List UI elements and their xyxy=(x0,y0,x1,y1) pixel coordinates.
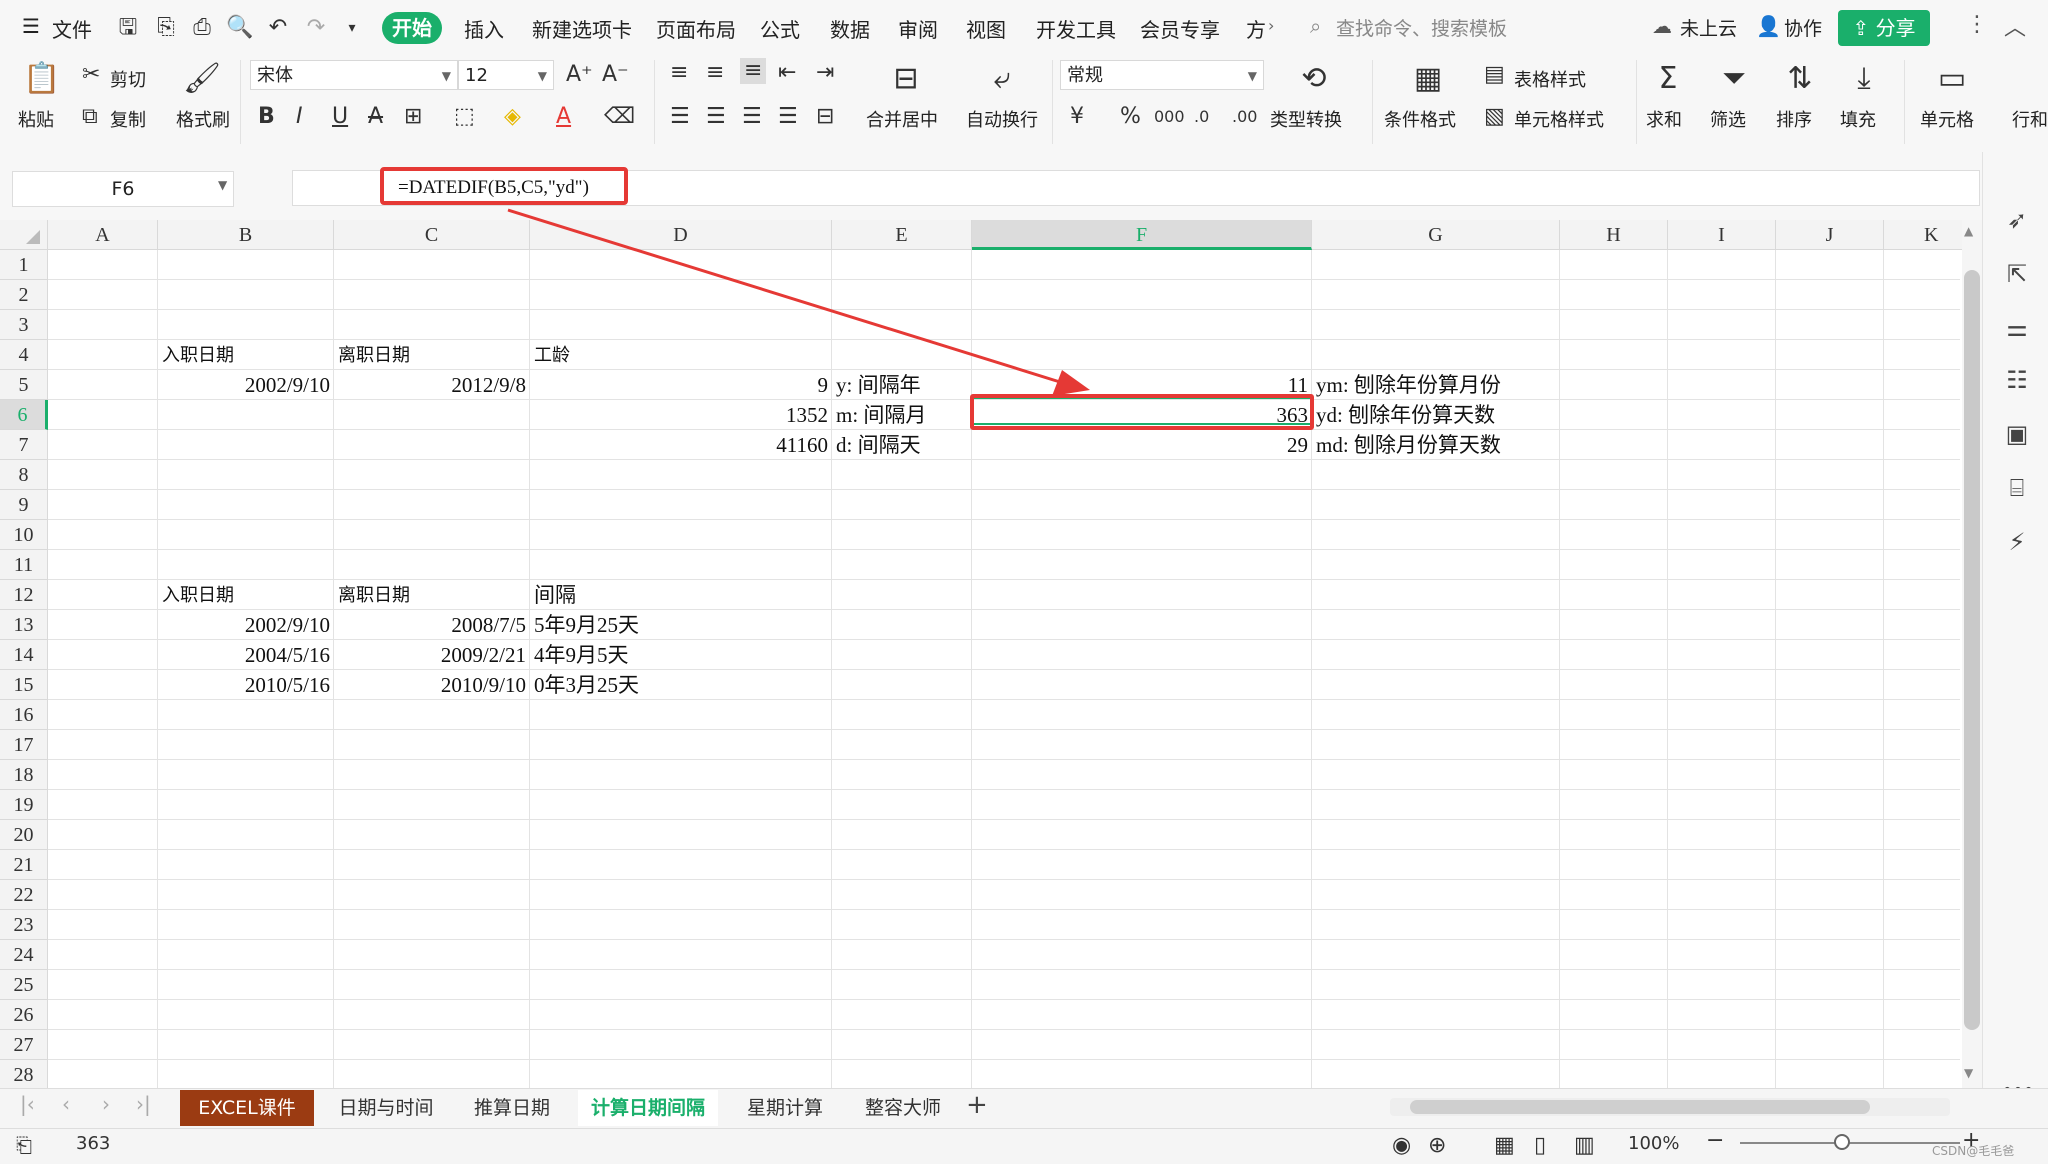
list-icon[interactable]: ☷ xyxy=(2002,366,2032,394)
watermark: CSDN@毛毛爸 xyxy=(1932,1144,2015,1158)
scroll-down-icon[interactable]: ▼ xyxy=(1964,1066,1973,1080)
add-sheet-icon[interactable]: + xyxy=(966,1090,988,1120)
zoom-slider-handle[interactable] xyxy=(1834,1134,1850,1150)
page-break-view-icon[interactable]: ▥ xyxy=(1574,1133,1595,1158)
next-sheet-icon[interactable]: › xyxy=(102,1092,110,1116)
book-search-icon[interactable]: ⌸ xyxy=(2002,474,2032,502)
horizontal-scroll-thumb[interactable] xyxy=(1410,1100,1870,1114)
arrow-head xyxy=(1052,370,1090,396)
sheet-tab-weekday[interactable]: 星期计算 xyxy=(730,1090,840,1126)
input-method-icon[interactable]: ⊕ xyxy=(1428,1133,1446,1158)
status-value: 363 xyxy=(76,1133,111,1154)
prev-sheet-icon[interactable]: ‹ xyxy=(62,1092,70,1116)
annotation-arrow xyxy=(507,208,1090,396)
scroll-up-icon[interactable]: ▲ xyxy=(1964,224,1973,238)
chart-icon[interactable]: ▣ xyxy=(2002,420,2032,448)
pointer-icon[interactable]: ⇱ xyxy=(2002,260,2032,288)
sheet-tab-master[interactable]: 整容大师 xyxy=(848,1090,958,1126)
eye-icon[interactable]: ◉ xyxy=(1392,1133,1411,1158)
first-sheet-icon[interactable]: |‹ xyxy=(20,1092,35,1116)
arrow-line xyxy=(507,208,1061,384)
sheet-tab-date-interval[interactable]: 计算日期间隔 xyxy=(578,1090,718,1126)
help-icon[interactable]: ⚡ xyxy=(2002,528,2032,556)
rocket-icon[interactable]: ➶ xyxy=(2002,206,2032,234)
normal-view-icon[interactable]: ▦ xyxy=(1494,1133,1515,1158)
zoom-level[interactable]: 100% xyxy=(1628,1133,1679,1154)
zoom-out-icon[interactable]: − xyxy=(1706,1128,1724,1153)
page-layout-view-icon[interactable]: ▯ xyxy=(1534,1133,1546,1158)
last-sheet-icon[interactable]: ›| xyxy=(136,1092,151,1116)
zoom-slider[interactable] xyxy=(1740,1142,1960,1144)
sliders-icon[interactable]: ⚌ xyxy=(2002,314,2032,342)
sheet-tab-infer-date[interactable]: 推算日期 xyxy=(460,1090,564,1126)
macro-icon[interactable]: ⎗ xyxy=(16,1133,32,1157)
status-bar xyxy=(0,1128,2048,1164)
vertical-scroll-thumb[interactable] xyxy=(1964,270,1980,1030)
sheet-tab-excel[interactable]: EXCEL课件 xyxy=(180,1090,314,1126)
side-panel xyxy=(1982,152,2048,1088)
sheet-tab-date-time[interactable]: 日期与时间 xyxy=(326,1090,446,1126)
